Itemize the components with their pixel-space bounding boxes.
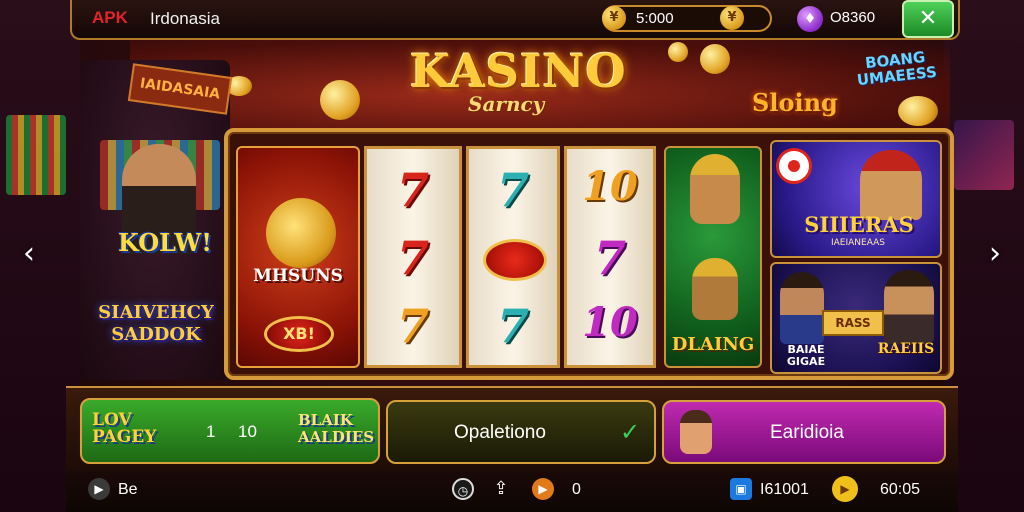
promo-card-blue-title: SIIIERAS xyxy=(804,212,914,237)
footer-time-value: 60:05 xyxy=(880,481,921,498)
close-button[interactable]: ✕ xyxy=(902,0,954,38)
bet-panel[interactable]: LOV PAGEY 1 10 BLAIK AALDIES xyxy=(80,398,380,464)
coin-decoration-icon xyxy=(320,80,360,120)
bet-amount: 10 xyxy=(238,422,257,441)
bet-line-count: 1 xyxy=(206,422,216,441)
brand-subtitle: Irdonasia xyxy=(150,9,220,28)
backdrop-arcade-screen xyxy=(954,120,1014,190)
reel-column-3[interactable]: 10 7 10 xyxy=(564,146,656,368)
pharaoh-mask-icon xyxy=(692,258,738,320)
multiplier-badge: XB! xyxy=(264,316,334,352)
play-button-label: Earidioia xyxy=(770,422,844,443)
reel-symbol: 10 xyxy=(582,163,638,210)
golden-dragon-icon xyxy=(266,198,336,268)
operation-button-label: Opaletiono xyxy=(454,422,546,443)
record-button-icon[interactable] xyxy=(776,148,812,184)
player-avatar xyxy=(780,272,824,344)
timer-icon[interactable]: ◷ xyxy=(452,478,474,500)
game-subtitle: Sarncy xyxy=(468,92,545,116)
reel-symbol: 7 xyxy=(593,231,626,285)
coin-play-icon[interactable]: ▶ xyxy=(832,476,858,502)
presenter-avatar xyxy=(860,150,922,220)
calendar-icon[interactable]: ▣ xyxy=(730,478,752,500)
reel-symbol: 7 xyxy=(496,299,529,353)
coin-decoration-icon xyxy=(700,44,730,74)
slot-promo-label: Sloing xyxy=(752,88,838,117)
game-title: KASINO xyxy=(410,44,627,98)
reel-symbol: 7 xyxy=(396,163,429,217)
coin-decoration-icon xyxy=(898,96,938,126)
reel-column-2[interactable]: 7 7 xyxy=(466,146,560,368)
feature-card-title: MHSUNS xyxy=(253,266,343,286)
feature-game-card[interactable]: MHSUNS XB! xyxy=(236,146,360,368)
gem-icon: ♦ xyxy=(797,6,823,32)
coin-decoration-icon xyxy=(668,42,688,62)
reel-symbol: 7 xyxy=(396,231,429,285)
mascot-icon xyxy=(680,410,712,454)
pharaoh-icon xyxy=(690,154,740,224)
coin-add-icon[interactable]: ¥ xyxy=(720,6,744,30)
red-chip-icon xyxy=(483,239,547,281)
promo-card-blue[interactable]: SIIIERAS IAEIANEAAS xyxy=(770,140,942,258)
left-headline: KOLW! xyxy=(118,228,212,257)
coin-balance[interactable]: ¥ 5:000 ¥ xyxy=(602,5,772,32)
play-circle-icon[interactable]: ▶ xyxy=(88,478,110,500)
promo-card-purple[interactable]: RASS BAIAE GIGAE RAEIIS xyxy=(770,262,942,374)
reel-symbol: 10 xyxy=(582,299,638,346)
previous-arrow-icon[interactable]: ‹ xyxy=(16,236,42,272)
top-bar: APK Irdonasia ¥ 5:000 ¥ ♦ O8360 ✕ xyxy=(70,0,960,40)
reel-symbol: 7 xyxy=(496,163,529,217)
bet-panel-badge: BLAIK AALDIES xyxy=(298,411,375,446)
footer-left-label: Be xyxy=(118,481,138,498)
check-icon: ✓ xyxy=(620,418,641,446)
next-arrow-icon[interactable]: › xyxy=(982,236,1008,272)
backdrop-slot-screen xyxy=(6,115,66,195)
share-icon[interactable]: ⇪ xyxy=(490,478,512,500)
promo-card-blue-subtitle: IAEIANEAAS xyxy=(830,238,885,248)
play-button[interactable]: Earidioia xyxy=(662,400,946,464)
reel-column-1[interactable]: 7 7 7 xyxy=(364,146,462,368)
next-play-icon[interactable]: ▶ xyxy=(532,478,554,500)
bet-panel-logo: LOV PAGEY xyxy=(92,410,157,447)
prize-ticket: RASS xyxy=(822,310,884,336)
gem-balance-value: O8360 xyxy=(830,9,876,26)
brand-logo: APK xyxy=(92,8,128,27)
footer-bar xyxy=(66,470,958,512)
pharaoh-card-label: DLAING xyxy=(671,334,755,355)
promo-card-purple-left-label: BAIAE GIGAE xyxy=(786,343,826,368)
pharaoh-game-card[interactable]: DLAING xyxy=(664,146,762,368)
coin-icon: ¥ xyxy=(602,6,626,30)
operation-button[interactable]: Opaletiono ✓ xyxy=(386,400,656,464)
reel-symbol: 7 xyxy=(396,299,429,353)
coin-balance-value: 5:000 xyxy=(636,10,674,27)
promo-card-purple-right-label: RAEIIS xyxy=(877,341,935,357)
player-avatar xyxy=(884,270,934,344)
left-game-logo[interactable]: SIAIVEHCY SADDOK xyxy=(96,302,216,346)
footer-right-value: I61001 xyxy=(760,481,809,498)
footer-center-value: 0 xyxy=(572,481,581,498)
